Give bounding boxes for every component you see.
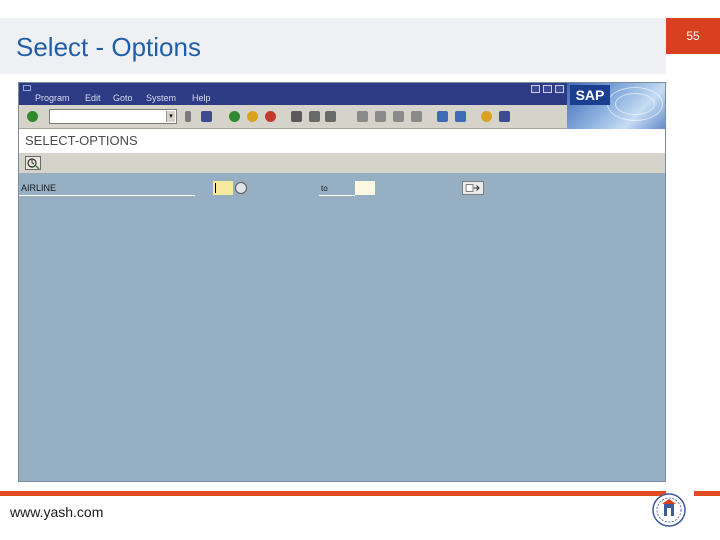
maximize-icon[interactable] bbox=[543, 85, 552, 93]
to-label: to bbox=[321, 184, 328, 193]
airline-high-input[interactable] bbox=[355, 181, 375, 195]
slide-title: Select - Options bbox=[16, 32, 201, 62]
sap-banner: SAP bbox=[567, 83, 665, 129]
shortcut-icon[interactable] bbox=[455, 111, 466, 122]
execute-icon[interactable] bbox=[25, 156, 41, 170]
next-page-icon[interactable] bbox=[393, 111, 404, 122]
find-icon[interactable] bbox=[309, 111, 320, 122]
text-cursor bbox=[215, 183, 216, 193]
last-page-icon[interactable] bbox=[411, 111, 422, 122]
page-number: 55 bbox=[666, 18, 720, 54]
airline-low-input[interactable] bbox=[213, 181, 233, 195]
enter-icon[interactable] bbox=[27, 111, 38, 122]
footer-url: www.yash.com bbox=[10, 504, 104, 520]
layout-menu-icon[interactable] bbox=[499, 111, 510, 122]
menu-help[interactable]: Help bbox=[192, 93, 211, 103]
label-underline bbox=[19, 195, 195, 196]
menu-goto[interactable]: Goto bbox=[113, 93, 133, 103]
menu-program[interactable]: Program bbox=[35, 93, 70, 103]
footer-rule bbox=[0, 491, 666, 496]
back-icon[interactable] bbox=[229, 111, 240, 122]
command-field[interactable]: ▾ bbox=[49, 109, 177, 124]
application-toolbar bbox=[19, 153, 665, 173]
slide-header: Select - Options bbox=[0, 18, 666, 74]
previous-page-icon[interactable] bbox=[375, 111, 386, 122]
footer-rule bbox=[694, 491, 720, 496]
minimize-icon[interactable] bbox=[531, 85, 540, 93]
toolbar-separator-icon bbox=[185, 111, 191, 122]
first-page-icon[interactable] bbox=[357, 111, 368, 122]
print-icon[interactable] bbox=[291, 111, 302, 122]
screen-title-bar: SELECT-OPTIONS bbox=[19, 129, 665, 153]
new-session-icon[interactable] bbox=[437, 111, 448, 122]
select-options-row: AIRLINE to bbox=[19, 179, 665, 199]
close-icon[interactable] bbox=[555, 85, 564, 93]
cancel-icon[interactable] bbox=[265, 111, 276, 122]
selection-options-icon[interactable] bbox=[235, 182, 247, 194]
find-next-icon[interactable] bbox=[325, 111, 336, 122]
airline-label: AIRLINE bbox=[21, 183, 57, 193]
standard-toolbar: ▾ bbox=[19, 105, 567, 129]
screen-title: SELECT-OPTIONS bbox=[25, 133, 138, 148]
sap-logo: SAP bbox=[570, 85, 610, 105]
to-underline bbox=[319, 195, 355, 196]
company-seal-icon bbox=[652, 493, 686, 527]
command-history-icon[interactable]: ▾ bbox=[166, 111, 175, 122]
menu-system[interactable]: System bbox=[146, 93, 176, 103]
multiple-selection-icon[interactable] bbox=[462, 181, 484, 195]
system-menu-icon[interactable] bbox=[23, 85, 31, 91]
save-icon[interactable] bbox=[201, 111, 212, 122]
ripple-graphic bbox=[607, 87, 663, 121]
menu-edit[interactable]: Edit bbox=[85, 93, 101, 103]
exit-icon[interactable] bbox=[247, 111, 258, 122]
sap-window: Program Edit Goto System Help SAP ▾ SELE… bbox=[18, 82, 666, 482]
help-icon[interactable] bbox=[481, 111, 492, 122]
